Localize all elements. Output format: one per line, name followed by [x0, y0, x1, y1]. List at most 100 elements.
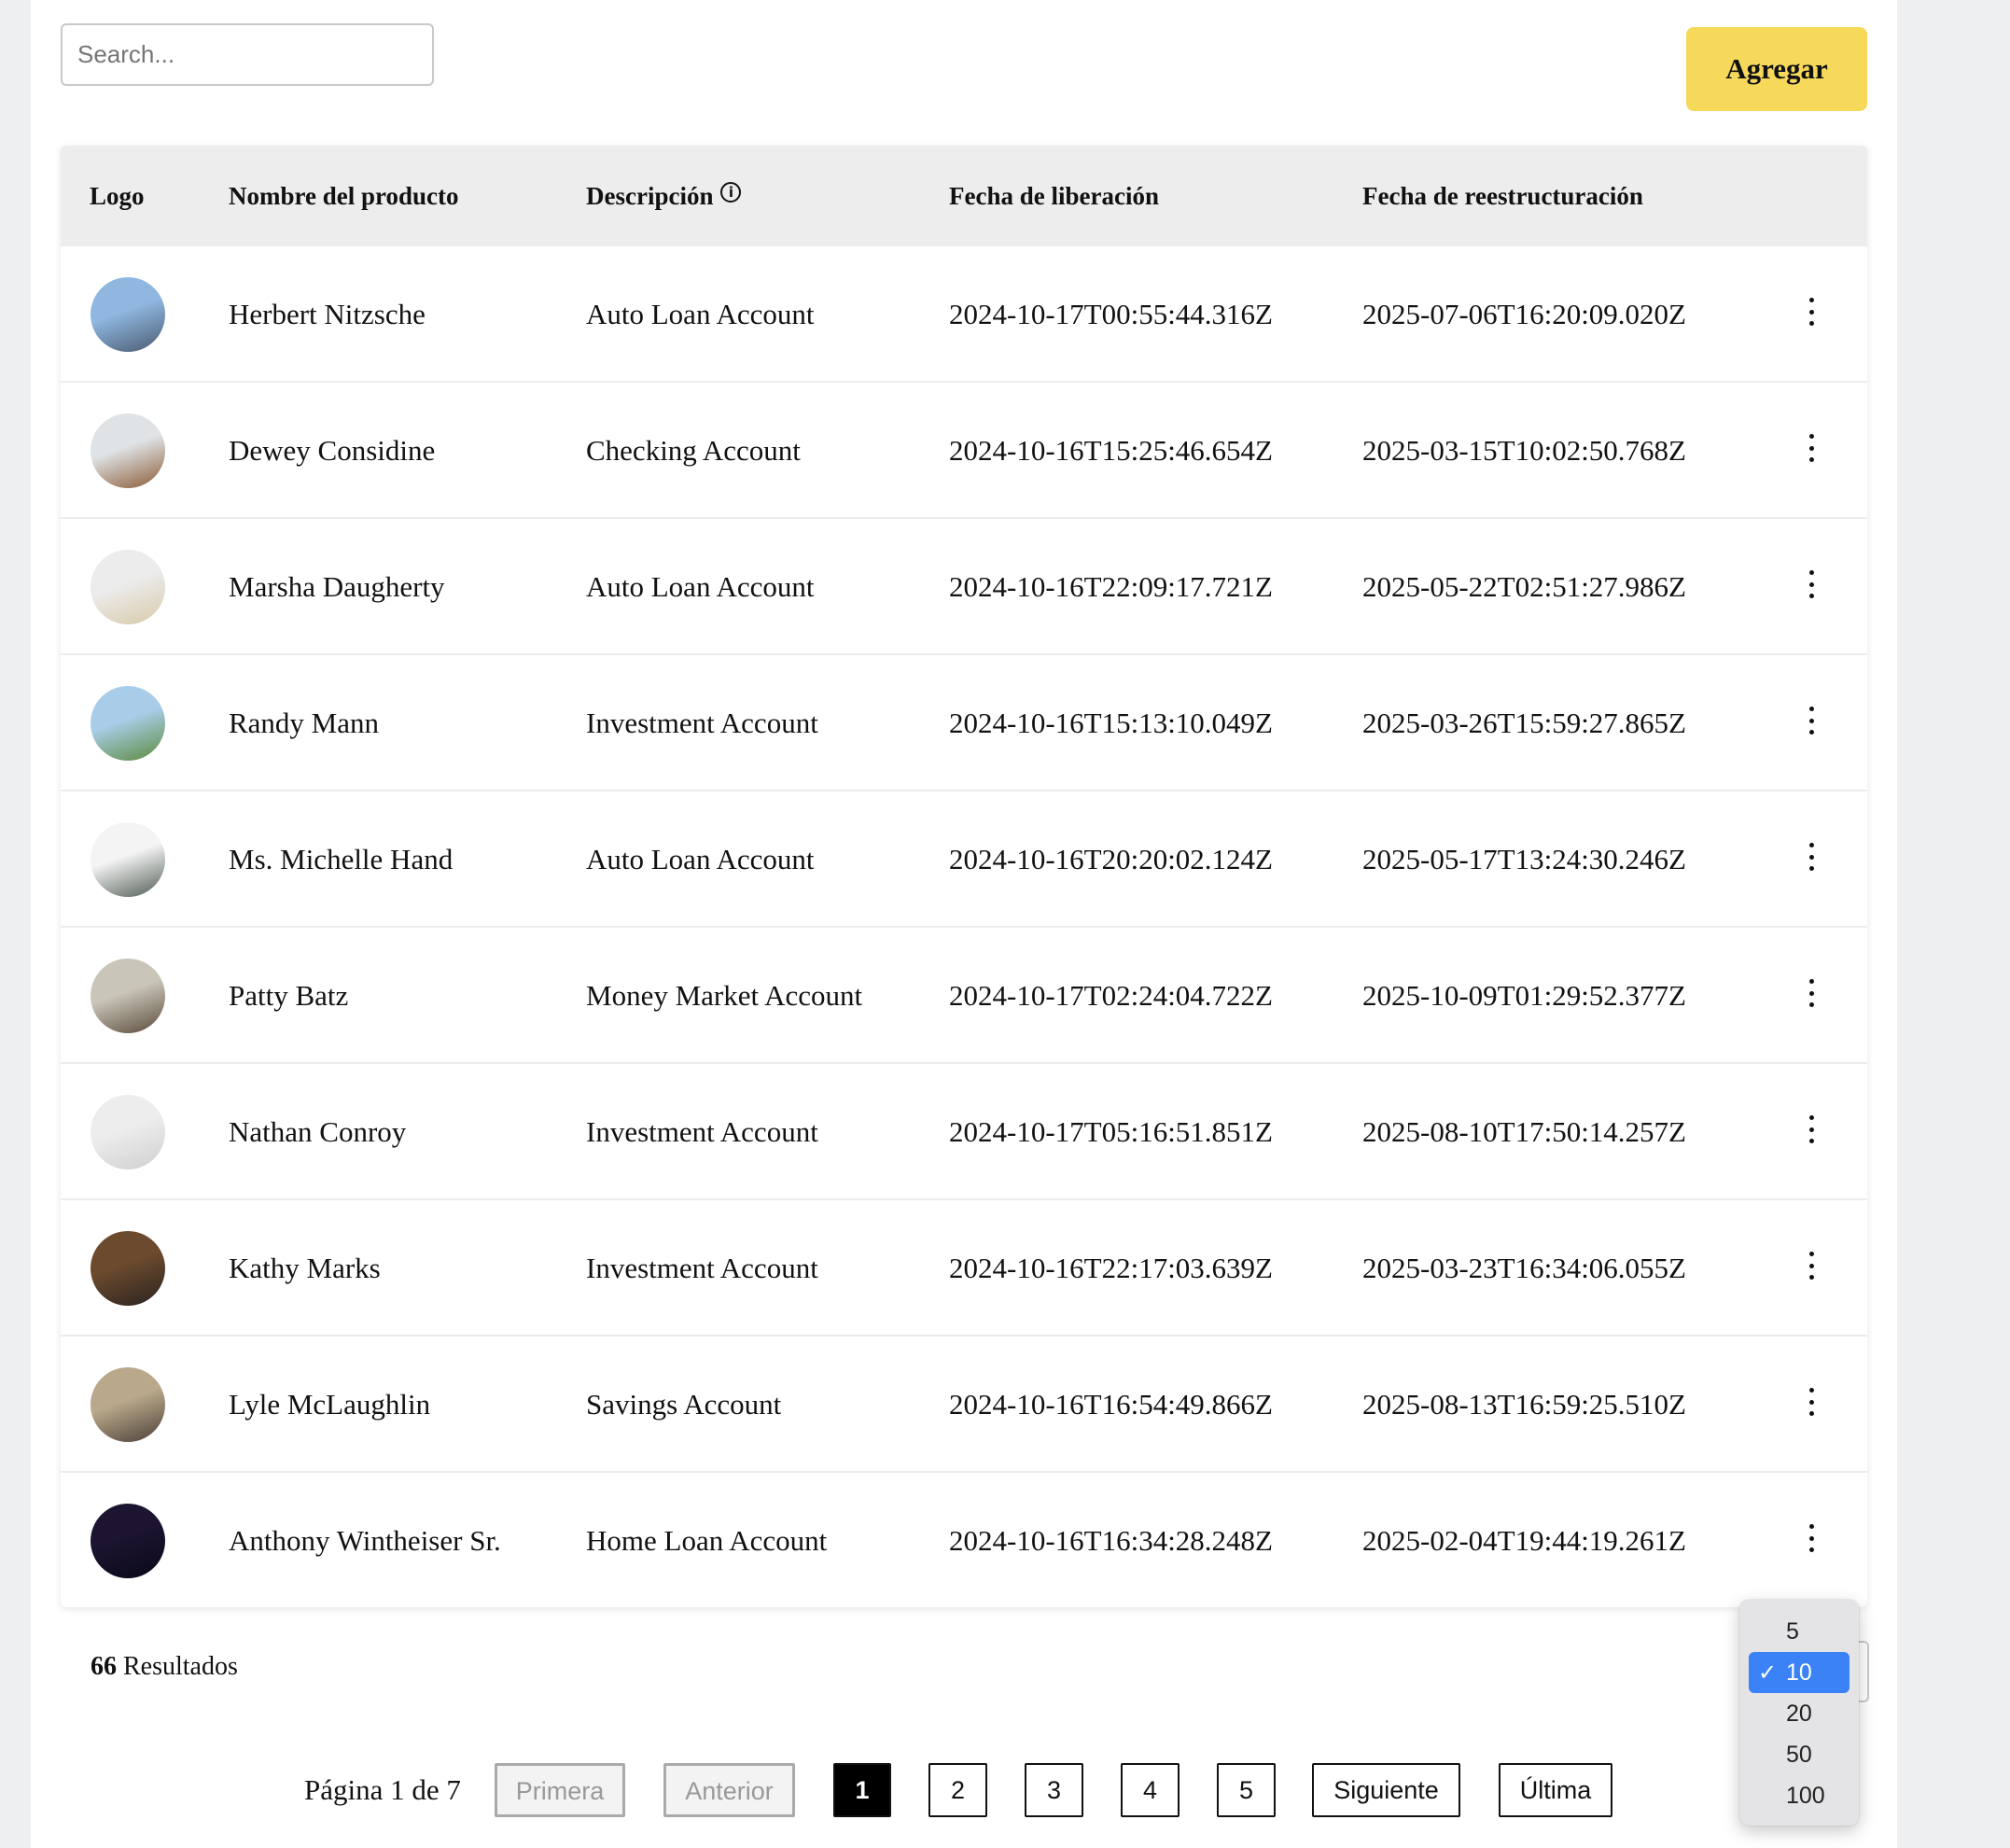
page-size-option-5[interactable]: 5: [1749, 1611, 1849, 1652]
release-date: 2024-10-16T22:09:17.721Z: [949, 570, 1273, 603]
product-name: Herbert Nitzsche: [229, 298, 426, 330]
product-name: Patty Batz: [229, 979, 349, 1012]
product-name: Ms. Michelle Hand: [229, 843, 454, 875]
header-logo: Logo: [90, 182, 145, 210]
product-logo-avatar: [91, 550, 165, 624]
kebab-menu-icon[interactable]: [1800, 1252, 1822, 1280]
product-description: Home Loan Account: [586, 1524, 828, 1557]
product-name: Dewey Considine: [229, 434, 436, 467]
page-button-2[interactable]: 2: [928, 1763, 987, 1817]
product-name: Kathy Marks: [229, 1252, 381, 1284]
table-row[interactable]: Patty Batz Money Market Account 2024-10-17…: [61, 928, 1867, 1064]
restructure-date: 2025-08-10T17:50:14.257Z: [1362, 1115, 1686, 1148]
kebab-menu-icon[interactable]: [1800, 1115, 1822, 1143]
search-input[interactable]: [61, 23, 434, 86]
table-row[interactable]: Nathan Conroy Investment Account 2024-10-1…: [61, 1064, 1867, 1200]
header-restructure-date: Fecha de reestructuración: [1362, 182, 1643, 210]
products-table: Logo Nombre del producto Descripción i Fe…: [61, 146, 1867, 1607]
page-indicator: Página 1 de 7: [304, 1773, 461, 1806]
table-header: Logo Nombre del producto Descripción i Fe…: [61, 146, 1867, 246]
results-count: 66 Resultados: [91, 1652, 238, 1682]
product-description: Auto Loan Account: [586, 843, 815, 875]
option-label: 100: [1786, 1783, 1825, 1809]
product-logo-avatar: [91, 1504, 165, 1578]
table-row[interactable]: Herbert Nitzsche Auto Loan Account 2024-10…: [61, 246, 1867, 383]
product-logo-avatar: [91, 959, 165, 1033]
table-row[interactable]: Anthony Wintheiser Sr. Home Loan Account 2…: [61, 1473, 1867, 1607]
restructure-date: 2025-10-09T01:29:52.377Z: [1362, 979, 1686, 1012]
product-name: Anthony Wintheiser Sr.: [229, 1524, 501, 1557]
results-label: Resultados: [123, 1652, 238, 1681]
page-size-dropdown: 5 ✓ 10 20 50 100: [1739, 1600, 1859, 1826]
option-label: 10: [1786, 1659, 1812, 1686]
table-row[interactable]: Randy Mann Investment Account 2024-10-16T1…: [61, 655, 1867, 791]
release-date: 2024-10-16T22:17:03.639Z: [949, 1252, 1273, 1284]
page-size-option-20[interactable]: 20: [1749, 1693, 1849, 1734]
table-row[interactable]: Ms. Michelle Hand Auto Loan Account 2024-1…: [61, 791, 1867, 928]
product-description: Checking Account: [586, 434, 801, 467]
add-button[interactable]: Agregar: [1686, 27, 1867, 111]
page-size-option-50[interactable]: 50: [1749, 1734, 1849, 1775]
header-description: Descripción i: [586, 146, 742, 246]
kebab-menu-icon[interactable]: [1800, 707, 1822, 735]
release-date: 2024-10-17T00:55:44.316Z: [949, 298, 1273, 330]
product-description: Auto Loan Account: [586, 298, 815, 330]
product-description: Investment Account: [586, 707, 818, 739]
page-size-option-10[interactable]: ✓ 10: [1749, 1652, 1849, 1693]
release-date: 2024-10-17T05:16:51.851Z: [949, 1115, 1273, 1148]
product-description: Auto Loan Account: [586, 570, 815, 603]
release-date: 2024-10-16T20:20:02.124Z: [949, 843, 1273, 875]
kebab-menu-icon[interactable]: [1800, 570, 1822, 598]
product-logo-avatar: [91, 1095, 165, 1169]
last-page-button[interactable]: Última: [1499, 1763, 1612, 1817]
page-button-1[interactable]: 1: [833, 1763, 891, 1817]
product-logo-avatar: [91, 1367, 165, 1442]
results-number: 66: [91, 1652, 117, 1681]
kebab-menu-icon[interactable]: [1800, 979, 1822, 1007]
page-button-3[interactable]: 3: [1025, 1763, 1083, 1817]
kebab-menu-icon[interactable]: [1800, 843, 1822, 871]
info-icon[interactable]: i: [720, 182, 742, 203]
previous-page-button[interactable]: Anterior: [663, 1763, 795, 1817]
page-button-5[interactable]: 5: [1217, 1763, 1276, 1817]
product-logo-avatar: [91, 413, 165, 488]
kebab-menu-icon[interactable]: [1800, 1388, 1822, 1416]
restructure-date: 2025-07-06T16:20:09.020Z: [1362, 298, 1686, 330]
restructure-date: 2025-05-17T13:24:30.246Z: [1362, 843, 1686, 875]
restructure-date: 2025-08-13T16:59:25.510Z: [1362, 1388, 1686, 1421]
product-description: Money Market Account: [586, 979, 863, 1012]
restructure-date: 2025-03-15T10:02:50.768Z: [1362, 434, 1686, 467]
product-name: Randy Mann: [229, 707, 380, 739]
release-date: 2024-10-16T16:54:49.866Z: [949, 1388, 1273, 1421]
release-date: 2024-10-16T15:13:10.049Z: [949, 707, 1273, 739]
restructure-date: 2025-05-22T02:51:27.986Z: [1362, 570, 1686, 603]
page-button-4[interactable]: 4: [1121, 1763, 1179, 1817]
header-name: Nombre del producto: [229, 182, 459, 210]
product-name: Nathan Conroy: [229, 1115, 407, 1148]
release-date: 2024-10-16T15:25:46.654Z: [949, 434, 1273, 467]
product-name: Lyle McLaughlin: [229, 1388, 431, 1421]
product-description: Investment Account: [586, 1252, 818, 1284]
kebab-menu-icon[interactable]: [1800, 1524, 1822, 1552]
restructure-date: 2025-03-23T16:34:06.055Z: [1362, 1252, 1686, 1284]
table-row[interactable]: Dewey Considine Checking Account 2024-10-1…: [61, 383, 1867, 519]
product-description: Savings Account: [586, 1388, 782, 1421]
restructure-date: 2025-03-26T15:59:27.865Z: [1362, 707, 1686, 739]
option-label: 50: [1786, 1742, 1812, 1768]
option-label: 20: [1786, 1701, 1812, 1727]
restructure-date: 2025-02-04T19:44:19.261Z: [1362, 1524, 1686, 1557]
table-row[interactable]: Marsha Daugherty Auto Loan Account 2024-10…: [61, 519, 1867, 655]
table-row[interactable]: Lyle McLaughlin Savings Account 2024-10-16…: [61, 1337, 1867, 1473]
page-size-option-100[interactable]: 100: [1749, 1775, 1849, 1816]
header-release-date: Fecha de liberación: [949, 182, 1159, 210]
content-panel: Agregar Logo Nombre del producto Descrip…: [31, 0, 1897, 1848]
table-row[interactable]: Kathy Marks Investment Account 2024-10-16T…: [61, 1200, 1867, 1337]
kebab-menu-icon[interactable]: [1800, 434, 1822, 462]
first-page-button[interactable]: Primera: [495, 1763, 625, 1817]
release-date: 2024-10-16T16:34:28.248Z: [949, 1524, 1273, 1557]
header-description-label: Descripción: [586, 182, 714, 210]
kebab-menu-icon[interactable]: [1800, 298, 1822, 326]
release-date: 2024-10-17T02:24:04.722Z: [949, 979, 1273, 1012]
product-logo-avatar: [91, 686, 165, 761]
next-page-button[interactable]: Siguiente: [1312, 1763, 1460, 1817]
